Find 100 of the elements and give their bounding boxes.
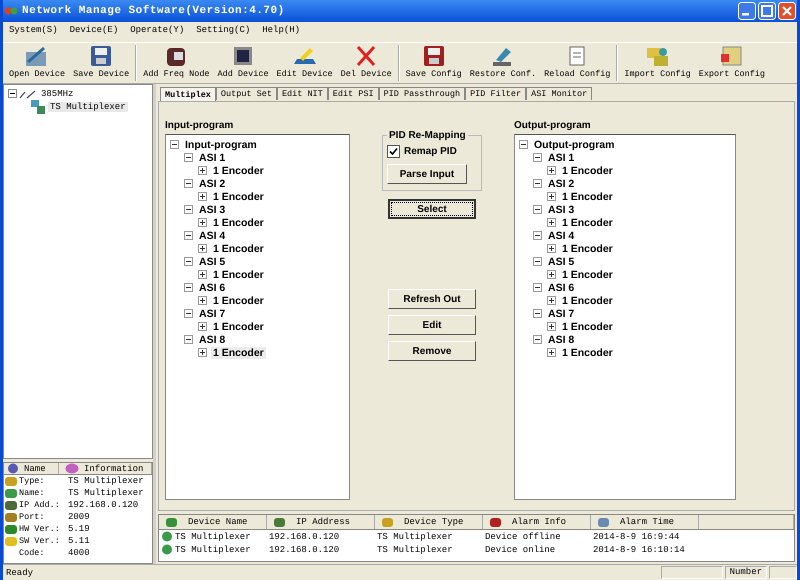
tab[interactable]: PID Filter (465, 87, 526, 100)
tree-item[interactable]: ASI 3 (546, 204, 576, 216)
expand-toggle[interactable] (198, 166, 207, 175)
tree-item[interactable]: ASI 4 (197, 230, 228, 242)
tree-item[interactable]: 1 Encoder (560, 164, 615, 176)
expand-toggle[interactable] (198, 244, 207, 253)
toolbar-button[interactable]: Import Config (620, 43, 695, 83)
expand-toggle[interactable] (533, 283, 542, 292)
expand-toggle[interactable] (184, 309, 193, 318)
tree-item[interactable]: 1 Encoder (211, 190, 266, 202)
menu-item[interactable]: Operate(Y) (130, 25, 184, 39)
close-button[interactable] (778, 2, 796, 20)
expand-toggle[interactable] (547, 192, 556, 201)
column-header[interactable]: Alarm Time (591, 515, 699, 529)
column-header[interactable]: IP Address (267, 515, 375, 529)
tree-item[interactable]: ASI 2 (197, 178, 228, 190)
expand-toggle[interactable] (198, 348, 207, 357)
remap-pid-checkbox[interactable]: Remap PID (387, 145, 477, 158)
expand-toggle[interactable] (547, 218, 556, 227)
maximize-button[interactable] (758, 2, 776, 20)
tree-item[interactable]: 1 Encoder (560, 216, 615, 228)
expand-toggle[interactable] (533, 179, 542, 188)
expand-toggle[interactable] (198, 322, 207, 331)
expand-toggle[interactable] (547, 166, 556, 175)
toolbar-button[interactable]: Export Config (694, 43, 770, 83)
expand-toggle[interactable] (547, 322, 556, 331)
tab[interactable]: PID Passthrough (378, 87, 466, 100)
tab[interactable]: ASI Monitor (526, 87, 592, 100)
expand-toggle[interactable] (533, 335, 542, 344)
toolbar-button[interactable]: Edit Device (272, 43, 337, 83)
tree-item[interactable]: ASI 3 (197, 204, 228, 216)
tab[interactable]: Edit NIT (276, 87, 328, 100)
toolbar-button[interactable]: Save Config (402, 43, 466, 83)
tree-item[interactable]: ASI 6 (197, 282, 228, 294)
expand-toggle[interactable] (184, 335, 193, 344)
tree-item[interactable]: 1 Encoder (211, 216, 266, 228)
column-header[interactable]: Name (4, 463, 59, 474)
expand-toggle[interactable] (547, 296, 556, 305)
tree-item[interactable]: 1 Encoder (211, 164, 266, 176)
expand-toggle[interactable] (184, 153, 193, 162)
minimize-button[interactable] (738, 2, 756, 20)
tree-item[interactable]: ASI 5 (546, 256, 576, 268)
action-button[interactable]: Remove (388, 341, 476, 361)
tree-item[interactable]: ASI 8 (546, 334, 576, 346)
expand-toggle[interactable] (184, 283, 193, 292)
column-header[interactable]: Information (59, 463, 152, 474)
expand-toggle[interactable] (198, 218, 207, 227)
tree-item[interactable]: ASI 4 (546, 230, 576, 242)
tree-item[interactable]: Output-program (532, 138, 616, 150)
menu-item[interactable]: Help(H) (262, 25, 300, 39)
menu-item[interactable]: Setting(C) (196, 25, 250, 39)
expand-toggle[interactable] (547, 244, 556, 253)
expand-toggle[interactable] (533, 153, 542, 162)
tab[interactable]: Output Set (216, 87, 277, 100)
tree-item[interactable]: 1 Encoder (560, 242, 615, 254)
tree-item[interactable]: ASI 1 (197, 152, 228, 164)
tree-item[interactable]: 1 Encoder (560, 320, 615, 332)
action-button[interactable]: Refresh Out (388, 289, 476, 309)
parse-input-button[interactable]: Parse Input (387, 164, 467, 184)
expand-toggle[interactable] (519, 140, 528, 149)
expand-toggle[interactable] (533, 257, 542, 266)
tree-item[interactable]: Input-program (183, 138, 259, 150)
tree-item[interactable]: ASI 7 (546, 308, 576, 320)
tree-item[interactable]: 1 Encoder (560, 190, 615, 202)
toolbar-button[interactable]: Reload Config (540, 43, 614, 83)
expand-toggle[interactable] (533, 231, 542, 240)
tree-item[interactable]: 1 Encoder (560, 346, 615, 358)
tree-item[interactable]: ASI 6 (546, 282, 576, 294)
tree-item[interactable]: 1 Encoder (211, 268, 266, 280)
expand-toggle[interactable] (533, 205, 542, 214)
expand-toggle[interactable] (198, 296, 207, 305)
column-header[interactable]: Alarm Info (483, 515, 591, 529)
expand-toggle[interactable] (184, 179, 193, 188)
tree-item[interactable]: ASI 2 (546, 178, 576, 190)
select-button[interactable]: Select (388, 199, 476, 219)
tree-item[interactable]: ASI 1 (546, 152, 576, 164)
toolbar-button[interactable]: Save Device (69, 43, 134, 83)
tree-item[interactable]: 1 Encoder (560, 268, 615, 280)
tree-item[interactable]: 1 Encoder (211, 346, 266, 358)
expand-toggle[interactable] (547, 348, 556, 357)
expand-toggle[interactable] (547, 270, 556, 279)
toolbar-button[interactable]: Open Device (5, 43, 70, 83)
expand-toggle[interactable] (184, 205, 193, 214)
tab[interactable]: Multiplex (160, 87, 216, 101)
action-button[interactable]: Edit (388, 315, 476, 335)
expand-toggle[interactable] (184, 231, 193, 240)
toolbar-button[interactable]: Restore Conf. (466, 43, 540, 83)
tree-item[interactable]: ASI 7 (197, 308, 228, 320)
menu-item[interactable]: Device(E) (70, 25, 118, 39)
tab[interactable]: Edit PSI (328, 87, 379, 100)
column-header[interactable]: Device Name (159, 515, 267, 529)
tree-item[interactable]: ASI 8 (197, 334, 228, 346)
input-program-tree[interactable]: Input-program ASI 1 1 Encoder ASI 2 1 Encoder ASI 3 1 Encoder ASI 4 1 Encoder ASI 5 1 Encoder ASI 6 1 Encoder ASI 7 1 Encoder ASI 8 1 Encoder (165, 134, 350, 500)
toolbar-button[interactable]: Add Freq Node (139, 43, 214, 83)
tree-item[interactable]: 1 Encoder (211, 294, 266, 306)
expand-toggle[interactable] (184, 257, 193, 266)
menu-item[interactable]: System(S) (9, 25, 58, 39)
expand-toggle[interactable] (198, 192, 207, 201)
expand-toggle[interactable] (170, 140, 179, 149)
column-header[interactable]: Device Type (375, 515, 483, 529)
